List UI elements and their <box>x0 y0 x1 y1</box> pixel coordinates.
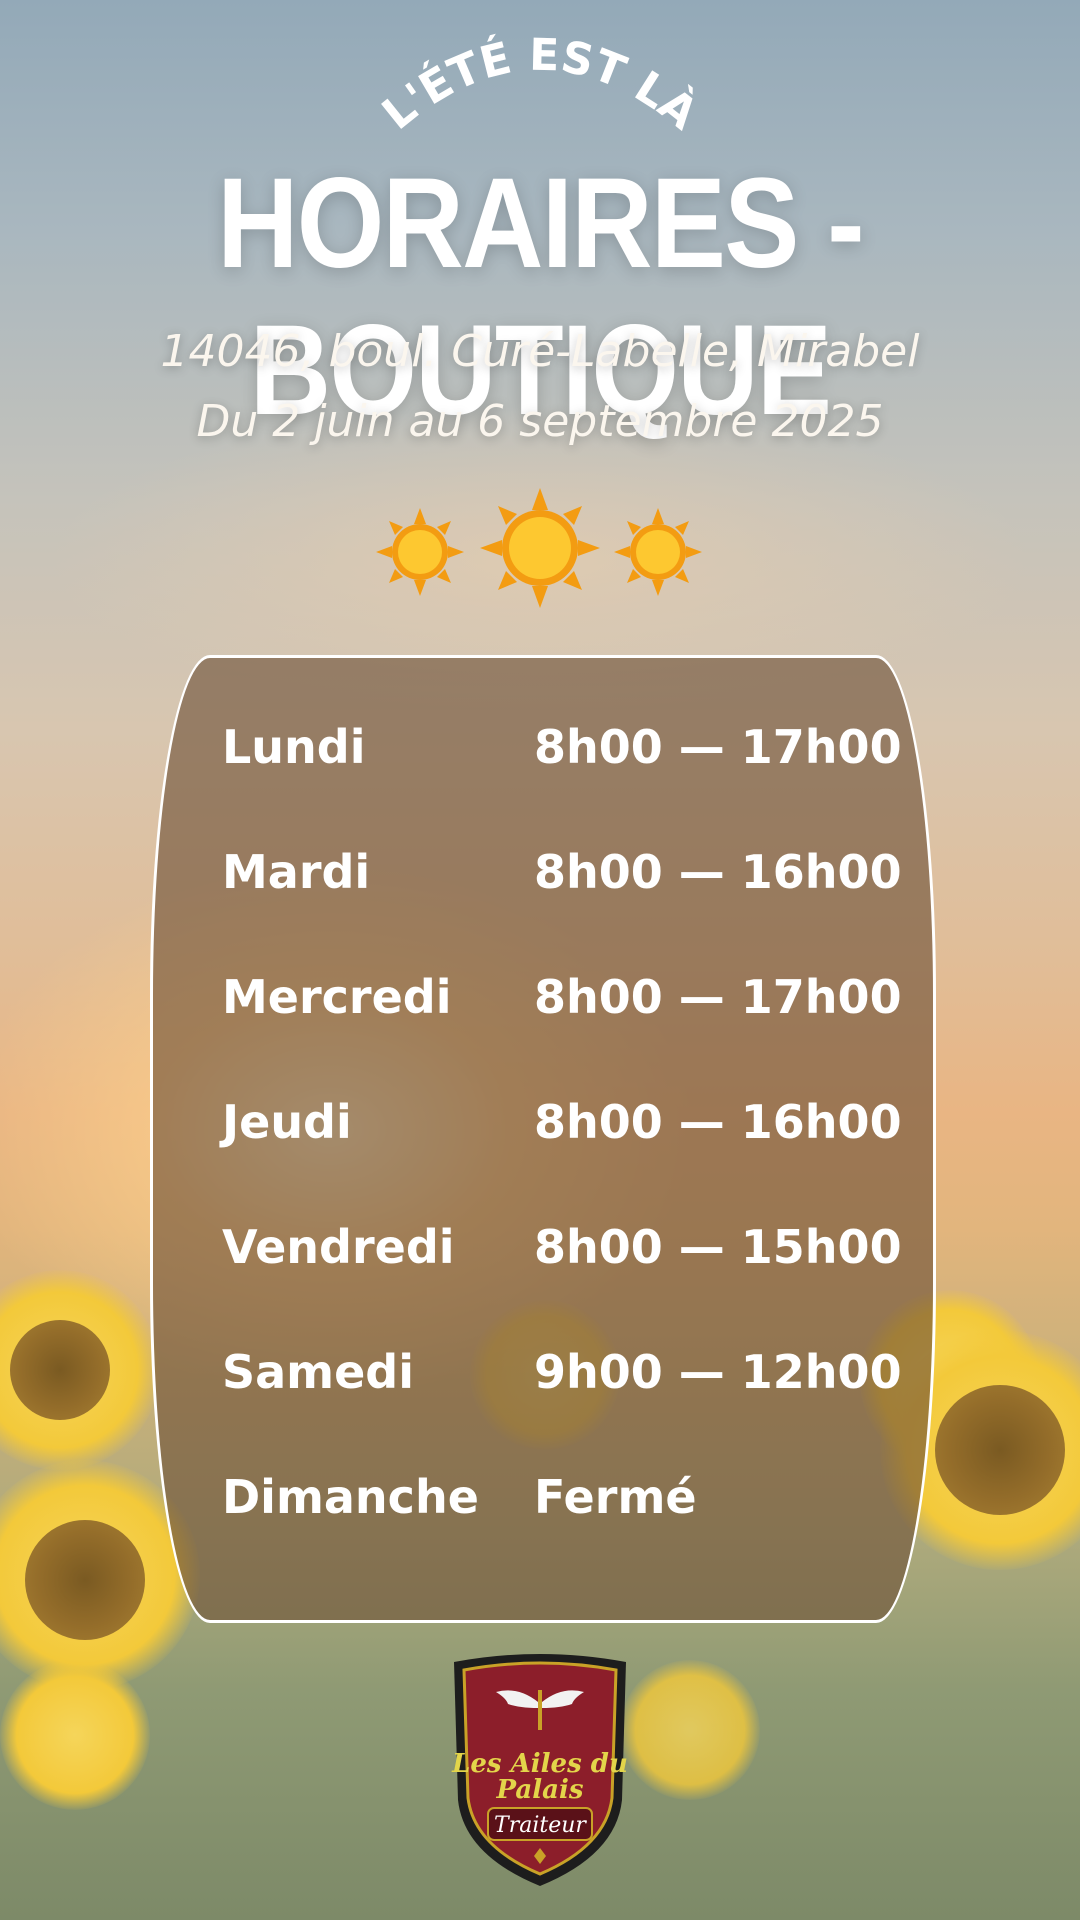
svg-text:L'ÉTÉ EST LÀ: L'ÉTÉ EST LÀ <box>373 30 708 140</box>
kicker-arched-text: L'ÉTÉ EST LÀ <box>373 30 708 140</box>
day-label: Dimanche <box>222 1470 479 1524</box>
address-text: 14046, boul. Curé-Labelle, Mirabel <box>160 326 920 377</box>
schedule-row: Vendredi 8h00 — 15h00 <box>222 1220 922 1290</box>
day-label: Lundi <box>222 720 366 774</box>
schedule-row: Jeudi 8h00 — 16h00 <box>222 1095 922 1165</box>
schedule-row: Mercredi 8h00 — 17h00 <box>222 970 922 1040</box>
hours-value: 8h00 — 16h00 <box>534 1095 902 1149</box>
logo-line-3: Traiteur <box>494 1813 587 1838</box>
schedule-row: Lundi 8h00 — 17h00 <box>222 720 922 790</box>
kicker-text: L'ÉTÉ EST LÀ <box>373 30 708 140</box>
hours-value: 8h00 — 17h00 <box>534 720 902 774</box>
sun-icon <box>480 488 600 608</box>
hours-value: 9h00 — 12h00 <box>534 1345 902 1399</box>
hours-value: Fermé <box>534 1470 697 1524</box>
hours-value: 8h00 — 16h00 <box>534 845 902 899</box>
schedule-row: Dimanche Fermé <box>222 1470 922 1540</box>
suns-decoration <box>376 488 702 608</box>
schedule-row: Samedi 9h00 — 12h00 <box>222 1345 922 1415</box>
logo-line-2: Palais <box>496 1775 584 1805</box>
date-range-text: Du 2 juin au 6 septembre 2025 <box>196 396 884 447</box>
day-label: Vendredi <box>222 1220 455 1274</box>
hours-value: 8h00 — 15h00 <box>534 1220 902 1274</box>
day-label: Samedi <box>222 1345 414 1399</box>
sun-icon <box>376 508 464 596</box>
day-label: Mardi <box>222 845 371 899</box>
day-label: Mercredi <box>222 970 452 1024</box>
hours-value: 8h00 — 17h00 <box>534 970 902 1024</box>
traiteur-logo: Les Ailes du Palais Traiteur <box>451 1654 628 1886</box>
sun-icon <box>614 508 702 596</box>
schedule-row: Mardi 8h00 — 16h00 <box>222 845 922 915</box>
day-label: Jeudi <box>222 1095 352 1149</box>
